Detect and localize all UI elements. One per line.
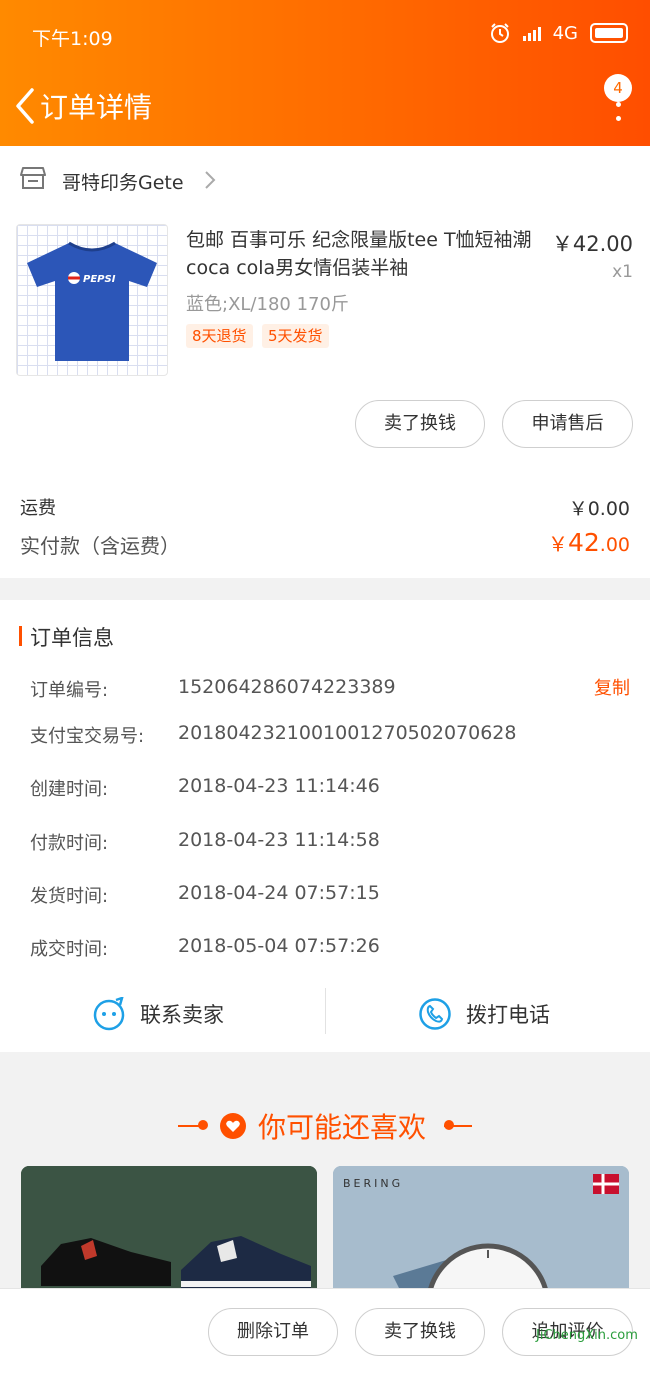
closed-time-label: 成交时间: bbox=[30, 939, 109, 960]
shop-icon bbox=[20, 166, 46, 194]
contact-seller-label: 联系卖家 bbox=[140, 1003, 224, 1027]
status-time: 下午1:09 bbox=[32, 28, 113, 50]
paid-time-value: 2018-04-23 11:14:58 bbox=[178, 829, 380, 851]
battery-icon bbox=[590, 23, 628, 43]
shipping-label: 运费 bbox=[20, 498, 56, 519]
section-marker bbox=[19, 626, 22, 646]
recommend-item-shoes[interactable] bbox=[21, 1166, 317, 1296]
call-phone-label: 拨打电话 bbox=[466, 1003, 550, 1027]
order-number-value: 152064286074223389 bbox=[178, 676, 396, 698]
back-icon[interactable] bbox=[10, 86, 40, 126]
sell-for-cash-bottom-button[interactable]: 卖了换钱 bbox=[355, 1308, 485, 1356]
product-sku: 蓝色;XL/180 170斤 bbox=[186, 294, 349, 315]
call-phone-button[interactable]: 拨打电话 bbox=[418, 990, 550, 1038]
tag-return: 8天退货 bbox=[186, 324, 253, 348]
shipping-value: ￥0.00 bbox=[568, 498, 630, 520]
shop-name[interactable]: 哥特印务Gete bbox=[62, 168, 184, 195]
tag-shipping: 5天发货 bbox=[262, 324, 329, 348]
alarm-icon bbox=[490, 23, 509, 43]
signal-icon bbox=[522, 25, 541, 41]
total-currency: ￥ bbox=[547, 532, 568, 556]
product-price: ￥42.00 bbox=[551, 232, 633, 256]
total-value: ￥42.00 bbox=[548, 528, 630, 557]
watch-image: BERING bbox=[333, 1166, 629, 1296]
contact-seller-button[interactable]: 联系卖家 bbox=[92, 990, 224, 1038]
chevron-right-icon[interactable] bbox=[204, 170, 216, 190]
product-image[interactable]: PEPSI bbox=[16, 224, 168, 376]
total-integer: 42 bbox=[567, 528, 600, 557]
network-type: 4G bbox=[552, 22, 578, 44]
copy-button[interactable]: 复制 bbox=[594, 674, 630, 700]
heart-icon bbox=[220, 1113, 246, 1139]
after-sale-button[interactable]: 申请售后 bbox=[502, 400, 633, 448]
rec-title-dot-left bbox=[198, 1120, 208, 1130]
closed-time-value: 2018-05-04 07:57:26 bbox=[178, 935, 380, 957]
order-number-label: 订单编号: bbox=[30, 680, 109, 701]
shoes-image bbox=[21, 1166, 317, 1296]
shipped-time-value: 2018-04-24 07:57:15 bbox=[178, 882, 380, 904]
brand-text: BERING bbox=[343, 1177, 403, 1190]
delete-order-button[interactable]: 删除订单 bbox=[208, 1308, 338, 1356]
order-info-title: 订单信息 bbox=[30, 626, 114, 650]
page-title: 订单详情 bbox=[40, 91, 153, 124]
paid-time-label: 付款时间: bbox=[30, 833, 109, 854]
pepsi-logo-text: PEPSI bbox=[83, 274, 116, 285]
watermark: JiChengXin.com bbox=[536, 1328, 638, 1343]
order-info-card bbox=[0, 600, 650, 1052]
created-time-label: 创建时间: bbox=[30, 779, 109, 800]
shipped-time-label: 发货时间: bbox=[30, 886, 109, 907]
total-label: 实付款（含运费） bbox=[20, 534, 180, 558]
phone-icon bbox=[419, 998, 451, 1030]
recommend-item-watch[interactable]: BERING bbox=[333, 1166, 629, 1296]
product-quantity: x1 bbox=[612, 262, 633, 282]
alipay-number-value: 2018042321001001270502070628 bbox=[178, 722, 517, 744]
product-title[interactable]: 包邮 百事可乐 纪念限量版tee T恤短袖潮coca cola男女情侣装半袖 bbox=[186, 226, 546, 282]
recommend-title: 你可能还喜欢 bbox=[258, 1111, 427, 1144]
more-menu-icon[interactable] bbox=[604, 84, 632, 124]
app-header: 下午1:09 4G 订单详情 4 bbox=[0, 0, 650, 146]
total-decimal: .00 bbox=[599, 534, 630, 556]
chat-icon bbox=[93, 997, 125, 1031]
alipay-number-label: 支付宝交易号: bbox=[30, 726, 145, 747]
created-time-value: 2018-04-23 11:14:46 bbox=[178, 775, 380, 797]
sell-for-cash-button[interactable]: 卖了换钱 bbox=[355, 400, 485, 448]
contact-divider bbox=[325, 988, 326, 1034]
status-icons: 4G bbox=[489, 22, 628, 44]
